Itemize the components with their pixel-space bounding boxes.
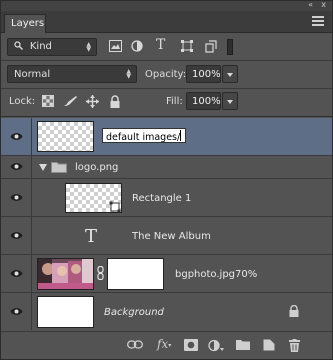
new-layer-icon[interactable] <box>263 339 275 354</box>
adjustment-layer-icon[interactable] <box>208 339 224 355</box>
fx-label: fx <box>157 337 169 351</box>
visibility-cell[interactable] <box>1 255 32 292</box>
layer-row[interactable]: default images/ <box>1 118 332 156</box>
layer-name: Rectangle 1 <box>132 193 192 204</box>
lock-icon <box>289 304 299 320</box>
eye-icon[interactable] <box>10 132 23 144</box>
lock-row: Lock: Fill: 100% <box>1 88 332 115</box>
eye-icon[interactable] <box>10 307 23 319</box>
collapse-panel-icon[interactable]: « <box>308 0 313 9</box>
eye-icon[interactable] <box>10 231 23 243</box>
layer-mask-thumbnail[interactable] <box>107 258 164 290</box>
layer-name: bgphoto.jpg70% <box>175 269 258 280</box>
add-mask-icon[interactable] <box>184 339 198 354</box>
lock-label: Lock: <box>9 96 36 107</box>
blend-row: Normal ▲ ▼ Opacity: 100% <box>1 61 332 88</box>
fill-input[interactable]: 100% <box>186 92 221 110</box>
filter-kind-select[interactable]: Kind ▲ ▼ <box>7 38 97 56</box>
lock-position-icon[interactable] <box>86 95 99 111</box>
layer-thumbnail[interactable] <box>37 296 94 328</box>
layer-row[interactable]: Rectangle 1 <box>1 179 332 217</box>
filter-row: Kind ▲ ▼ T <box>1 34 332 60</box>
lock-all-icon[interactable] <box>110 95 120 111</box>
text-layer-icon: T <box>85 226 98 247</box>
image-filter-icon[interactable] <box>109 40 122 52</box>
filter-toggle[interactable] <box>227 39 233 55</box>
search-icon <box>14 41 26 52</box>
smart-object-filter-icon[interactable] <box>205 40 217 53</box>
fx-icon[interactable]: fx▾ <box>157 337 171 351</box>
opacity-label: Opacity: <box>145 69 187 80</box>
panel-top-strip: « x <box>1 0 332 11</box>
blend-mode-select[interactable]: Normal ▲ ▼ <box>7 65 137 83</box>
layer-name-input-text: default images/ <box>106 132 181 143</box>
layer-thumbnail[interactable] <box>37 121 94 152</box>
layers-bottom-bar: fx▾ <box>1 331 332 359</box>
updown-arrows-icon: ▲ ▼ <box>86 41 91 53</box>
link-icon[interactable] <box>97 265 104 283</box>
eye-icon[interactable] <box>10 162 23 174</box>
panel-menu-icon[interactable] <box>312 16 324 28</box>
shape-filter-icon[interactable] <box>181 40 193 52</box>
visibility-cell[interactable] <box>1 179 32 216</box>
adjustment-filter-icon[interactable] <box>131 40 143 52</box>
layers-panel: « x Layers Kind ▲ ▼ T Normal ▲ ▼ Opacity… <box>0 0 333 360</box>
opacity-input[interactable]: 100% <box>186 65 221 83</box>
tab-layers[interactable]: Layers <box>4 14 46 33</box>
blend-mode-value: Normal <box>14 69 51 80</box>
filter-kind-label: Kind <box>29 41 52 52</box>
panel-tab-bar: Layers <box>1 11 332 33</box>
layer-row[interactable]: Background <box>1 293 332 330</box>
layers-list: default images/ logo.png Rectangle 1 T T… <box>1 118 332 330</box>
delete-icon[interactable] <box>289 339 300 355</box>
layer-name: Background <box>104 307 164 318</box>
type-filter-icon[interactable]: T <box>156 38 165 52</box>
visibility-cell[interactable] <box>1 217 32 254</box>
visibility-cell[interactable] <box>1 118 32 155</box>
updown-arrows-icon: ▲ ▼ <box>126 68 131 80</box>
close-panel-icon[interactable]: x <box>321 0 326 9</box>
visibility-cell[interactable] <box>1 293 32 330</box>
eye-icon[interactable] <box>10 269 23 281</box>
fill-dropdown-button[interactable] <box>222 92 238 110</box>
lock-transparency-icon[interactable] <box>42 95 54 110</box>
divider <box>1 116 332 117</box>
disclosure-triangle-icon[interactable] <box>39 163 47 174</box>
text-caret <box>180 130 182 141</box>
fill-label: Fill: <box>166 96 183 107</box>
folder-icon <box>51 161 67 176</box>
layer-name: The New Album <box>132 231 211 242</box>
link-layers-icon[interactable] <box>127 340 143 352</box>
lock-pixels-icon[interactable] <box>63 95 78 110</box>
vector-mask-icon <box>109 201 121 216</box>
layer-name-input[interactable]: default images/ <box>102 128 186 143</box>
layer-name: logo.png <box>75 162 119 173</box>
layer-row[interactable]: logo.png <box>1 156 332 179</box>
opacity-dropdown-button[interactable] <box>222 65 238 83</box>
layer-thumbnail[interactable] <box>37 258 94 290</box>
layer-row[interactable]: T The New Album <box>1 217 332 255</box>
new-group-icon[interactable] <box>236 339 250 353</box>
layer-row[interactable]: bgphoto.jpg70% <box>1 255 332 293</box>
visibility-cell[interactable] <box>1 156 32 178</box>
eye-icon[interactable] <box>10 193 23 205</box>
